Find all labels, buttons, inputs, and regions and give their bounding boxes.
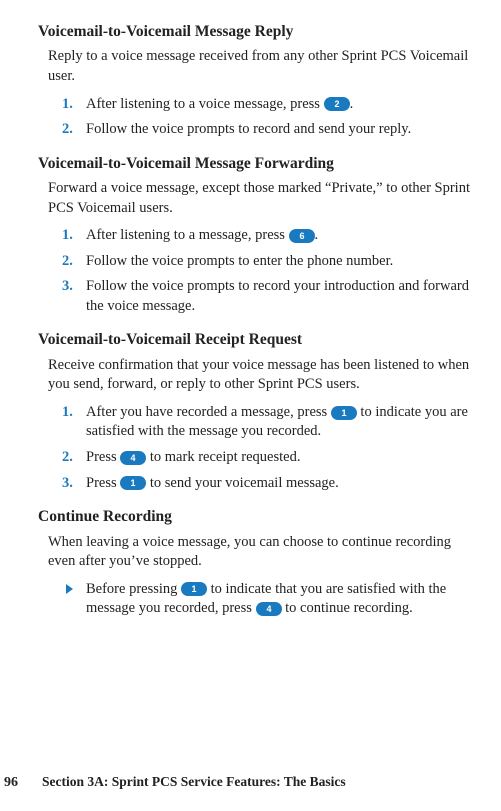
- heading-receipt: Voicemail-to-Voicemail Receipt Request: [38, 330, 481, 349]
- key-4-icon: 4: [120, 451, 146, 465]
- step-text-a: After you have recorded a message, press: [86, 404, 331, 420]
- svg-text:1: 1: [192, 584, 197, 594]
- key-4-icon: 4: [256, 602, 282, 616]
- step-text: Follow the voice prompts to record your …: [86, 278, 469, 314]
- step-text-a: After listening to a voice message, pres…: [86, 96, 324, 112]
- triangle-bullet-icon: [66, 584, 73, 594]
- step-num: 1.: [62, 95, 73, 115]
- step-num: 1.: [62, 226, 73, 246]
- step: 2. Follow the voice prompts to enter the…: [38, 252, 481, 272]
- bullets-continue: Before pressing 1 to indicate that you a…: [38, 580, 481, 619]
- step: 3. Follow the voice prompts to record yo…: [38, 277, 481, 316]
- intro-forward: Forward a voice message, except those ma…: [48, 179, 481, 218]
- step-text-a: Press: [86, 449, 120, 465]
- footer-label: Section 3A: Sprint PCS Service Features:…: [42, 774, 346, 790]
- step-text-b: to mark receipt requested.: [146, 449, 300, 465]
- intro-receipt: Receive confirmation that your voice mes…: [48, 356, 481, 395]
- step-num: 3.: [62, 474, 73, 494]
- key-2-icon: 2: [324, 97, 350, 111]
- page-footer: 96 Section 3A: Sprint PCS Service Featur…: [0, 774, 346, 791]
- step-num: 3.: [62, 277, 73, 297]
- bullet-text-a: Before pressing: [86, 581, 181, 597]
- step-num: 2.: [62, 252, 73, 272]
- steps-reply: 1. After listening to a voice message, p…: [38, 95, 481, 140]
- step-num: 2.: [62, 448, 73, 468]
- intro-continue: When leaving a voice message, you can ch…: [48, 533, 481, 572]
- step: 1. After listening to a message, press 6…: [38, 226, 481, 246]
- key-6-icon: 6: [289, 229, 315, 243]
- step-text-b: to send your voicemail message.: [146, 475, 338, 491]
- heading-continue: Continue Recording: [38, 507, 481, 526]
- step-text-b: .: [350, 96, 354, 112]
- key-1-icon: 1: [120, 476, 146, 490]
- step-text-a: Press: [86, 475, 120, 491]
- step-text: Follow the voice prompts to record and s…: [86, 121, 411, 137]
- step-num: 2.: [62, 120, 73, 140]
- svg-text:1: 1: [341, 408, 346, 418]
- intro-reply: Reply to a voice message received from a…: [48, 47, 481, 86]
- steps-forward: 1. After listening to a message, press 6…: [38, 226, 481, 316]
- step-num: 1.: [62, 403, 73, 423]
- step: 1. After you have recorded a message, pr…: [38, 403, 481, 442]
- steps-receipt: 1. After you have recorded a message, pr…: [38, 403, 481, 493]
- heading-reply: Voicemail-to-Voicemail Message Reply: [38, 22, 481, 41]
- bullet-text-b: to continue recording.: [282, 600, 413, 616]
- step-text-a: After listening to a message, press: [86, 227, 289, 243]
- step-text-b: .: [315, 227, 319, 243]
- step: 2. Press 4 to mark receipt requested.: [38, 448, 481, 468]
- step: 1. After listening to a voice message, p…: [38, 95, 481, 115]
- step: 3. Press 1 to send your voicemail messag…: [38, 474, 481, 494]
- bullet-item: Before pressing 1 to indicate that you a…: [38, 580, 481, 619]
- key-1-icon: 1: [331, 406, 357, 420]
- step-text: Follow the voice prompts to enter the ph…: [86, 253, 393, 269]
- key-1-icon: 1: [181, 582, 207, 596]
- svg-text:1: 1: [131, 478, 136, 488]
- svg-text:6: 6: [299, 231, 304, 241]
- svg-text:4: 4: [131, 453, 136, 463]
- page-number: 96: [0, 775, 42, 791]
- page-body: Voicemail-to-Voicemail Message Reply Rep…: [0, 0, 501, 619]
- step: 2. Follow the voice prompts to record an…: [38, 120, 481, 140]
- svg-text:2: 2: [334, 99, 339, 109]
- heading-forward: Voicemail-to-Voicemail Message Forwardin…: [38, 154, 481, 173]
- svg-text:4: 4: [266, 604, 271, 614]
